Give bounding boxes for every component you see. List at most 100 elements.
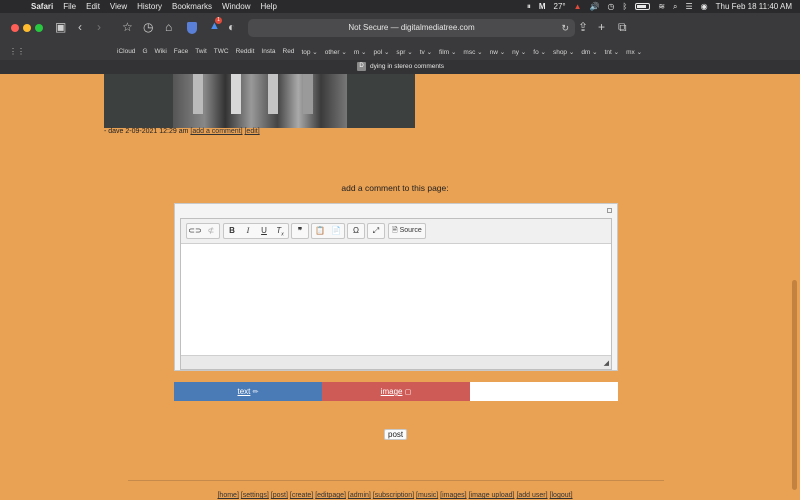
scrollbar[interactable]	[792, 280, 797, 490]
pause-icon[interactable]: ⏸	[527, 2, 531, 12]
footer-link[interactable]: [images]	[440, 492, 466, 499]
footer-link[interactable]: [music]	[416, 492, 438, 499]
footer-link[interactable]: [admin]	[348, 492, 371, 499]
wifi-icon[interactable]: ≋	[658, 2, 665, 11]
maximize-icon[interactable]	[607, 208, 612, 213]
link-icon[interactable]: ⊂⊃	[187, 224, 203, 238]
share-icon[interactable]: ⇪	[578, 20, 588, 34]
favorite-item[interactable]: dm ⌄	[581, 48, 597, 56]
bookmark-star-icon[interactable]: ☆	[122, 20, 133, 34]
favorite-item[interactable]: tv ⌄	[420, 48, 432, 56]
footer-link[interactable]: [create]	[290, 492, 313, 499]
fullscreen-icon[interactable]: ⤢	[368, 224, 384, 238]
favorite-item[interactable]: shop ⌄	[553, 48, 574, 56]
favorite-item[interactable]: Face	[174, 48, 188, 55]
menu-help[interactable]: Help	[260, 2, 276, 11]
favorite-item[interactable]: tnt ⌄	[605, 48, 619, 56]
favorite-item[interactable]: Reddit	[236, 48, 255, 55]
privacy-report-icon[interactable]: ◐	[228, 20, 235, 34]
favorite-item[interactable]: Twit	[195, 48, 207, 55]
post-byline: - dave 2-09-2021 12:29 am [add a comment…	[104, 128, 260, 135]
favorite-item[interactable]: other ⌄	[325, 48, 347, 56]
rich-text-editor: ⊂⊃ ⊄ B I U Tx ❞ 📋 📄 Ω ⤢ 🗎 Source ◢	[174, 203, 618, 371]
back-icon[interactable]: ‹	[78, 20, 82, 34]
malwarebytes-icon[interactable]: M	[539, 2, 546, 11]
address-bar[interactable]: Not Secure — digitalmediatree.com ↻	[248, 19, 575, 37]
close-window-button[interactable]	[11, 24, 19, 32]
bluetooth-icon[interactable]: ᛒ	[623, 2, 628, 11]
footer-link[interactable]: [post]	[271, 492, 288, 499]
paste-text-icon[interactable]: 📋	[312, 224, 328, 238]
footer-link[interactable]: [subscription]	[373, 492, 414, 499]
favorite-item[interactable]: G	[142, 48, 147, 55]
blockquote-icon[interactable]: ❞	[292, 224, 308, 238]
italic-icon[interactable]: I	[240, 224, 256, 238]
footer-link[interactable]: [image upload]	[469, 492, 515, 499]
menu-file[interactable]: File	[63, 2, 76, 11]
favorite-item[interactable]: mx ⌄	[626, 48, 642, 56]
menu-edit[interactable]: Edit	[86, 2, 100, 11]
home-icon[interactable]: ⌂	[165, 20, 172, 34]
favorite-item[interactable]: Wiki	[155, 48, 167, 55]
favorite-item[interactable]: top ⌄	[301, 48, 317, 56]
volume-icon[interactable]: 🔊	[590, 2, 600, 11]
weather-temperature[interactable]: 27°	[554, 2, 566, 11]
favorite-item[interactable]: Red	[283, 48, 295, 55]
favorite-item[interactable]: msc ⌄	[463, 48, 482, 56]
footer-link[interactable]: [settings]	[241, 492, 269, 499]
menu-app-name[interactable]: Safari	[31, 2, 53, 11]
tab-text[interactable]: text ✏	[174, 382, 322, 401]
sidebar-icon[interactable]: ▣	[55, 20, 66, 34]
favorite-item[interactable]: fo ⌄	[533, 48, 546, 56]
favorite-item[interactable]: iCloud	[117, 48, 135, 55]
grid-icon[interactable]: ⋮⋮	[9, 47, 25, 56]
tab-overview-icon[interactable]: ⧉	[618, 20, 627, 34]
bold-icon[interactable]: B	[224, 224, 240, 238]
favorite-item[interactable]: spr ⌄	[396, 48, 412, 56]
footer-link[interactable]: [home]	[217, 492, 238, 499]
omega-icon[interactable]: Ω	[348, 224, 364, 238]
clock-datetime[interactable]: Thu Feb 18 11:40 AM	[716, 2, 792, 11]
favorite-item[interactable]: film ⌄	[439, 48, 456, 56]
edit-link[interactable]: [edit]	[244, 128, 259, 135]
underline-icon[interactable]: U	[256, 224, 272, 238]
favorite-item[interactable]: TWC	[214, 48, 229, 55]
paste-word-icon[interactable]: 📄	[328, 224, 344, 238]
menu-history[interactable]: History	[137, 2, 162, 11]
footer-link[interactable]: [editpage]	[315, 492, 346, 499]
remove-format-icon[interactable]: Tx	[272, 224, 288, 238]
zoom-window-button[interactable]	[35, 24, 43, 32]
tab-active[interactable]: D dying in stereo comments	[357, 62, 444, 71]
extension-warning-icon[interactable]: ▲ 1	[209, 17, 222, 32]
search-icon[interactable]: ⌕	[673, 2, 677, 12]
reload-icon[interactable]: ↻	[561, 19, 569, 37]
menu-window[interactable]: Window	[222, 2, 250, 11]
new-tab-icon[interactable]: +	[598, 20, 605, 34]
favorite-item[interactable]: pol ⌄	[373, 48, 389, 56]
control-center-icon[interactable]: ☰	[686, 2, 693, 11]
tab-image[interactable]: image ▢	[322, 382, 470, 401]
menu-bookmarks[interactable]: Bookmarks	[172, 2, 212, 11]
favorite-item[interactable]: m ⌄	[354, 48, 367, 56]
siri-icon[interactable]: ◉	[701, 2, 708, 11]
battery-icon[interactable]	[635, 3, 651, 10]
tab-image-label: image	[380, 387, 403, 396]
timer-icon[interactable]: ◷	[608, 2, 615, 11]
privacy-shield-icon[interactable]	[187, 22, 197, 34]
footer-link[interactable]: [logout]	[550, 492, 573, 499]
add-comment-link[interactable]: [add a comment]	[190, 128, 242, 135]
unlink-icon[interactable]: ⊄	[203, 224, 219, 238]
favorite-item[interactable]: Insta	[261, 48, 275, 55]
favorite-item[interactable]: nw ⌄	[490, 48, 506, 56]
menu-view[interactable]: View	[110, 2, 127, 11]
post-button[interactable]: post	[384, 429, 408, 440]
history-icon[interactable]: ◷	[143, 20, 153, 34]
resize-grip-icon[interactable]: ◢	[604, 359, 609, 367]
source-button[interactable]: 🗎 Source	[389, 224, 425, 238]
forward-icon[interactable]: ›	[97, 20, 101, 34]
warning-icon[interactable]: ▲	[574, 2, 582, 11]
footer-link[interactable]: [add user]	[516, 492, 547, 499]
editor-text-area[interactable]	[181, 244, 611, 355]
minimize-window-button[interactable]	[23, 24, 31, 32]
favorite-item[interactable]: ny ⌄	[512, 48, 526, 56]
